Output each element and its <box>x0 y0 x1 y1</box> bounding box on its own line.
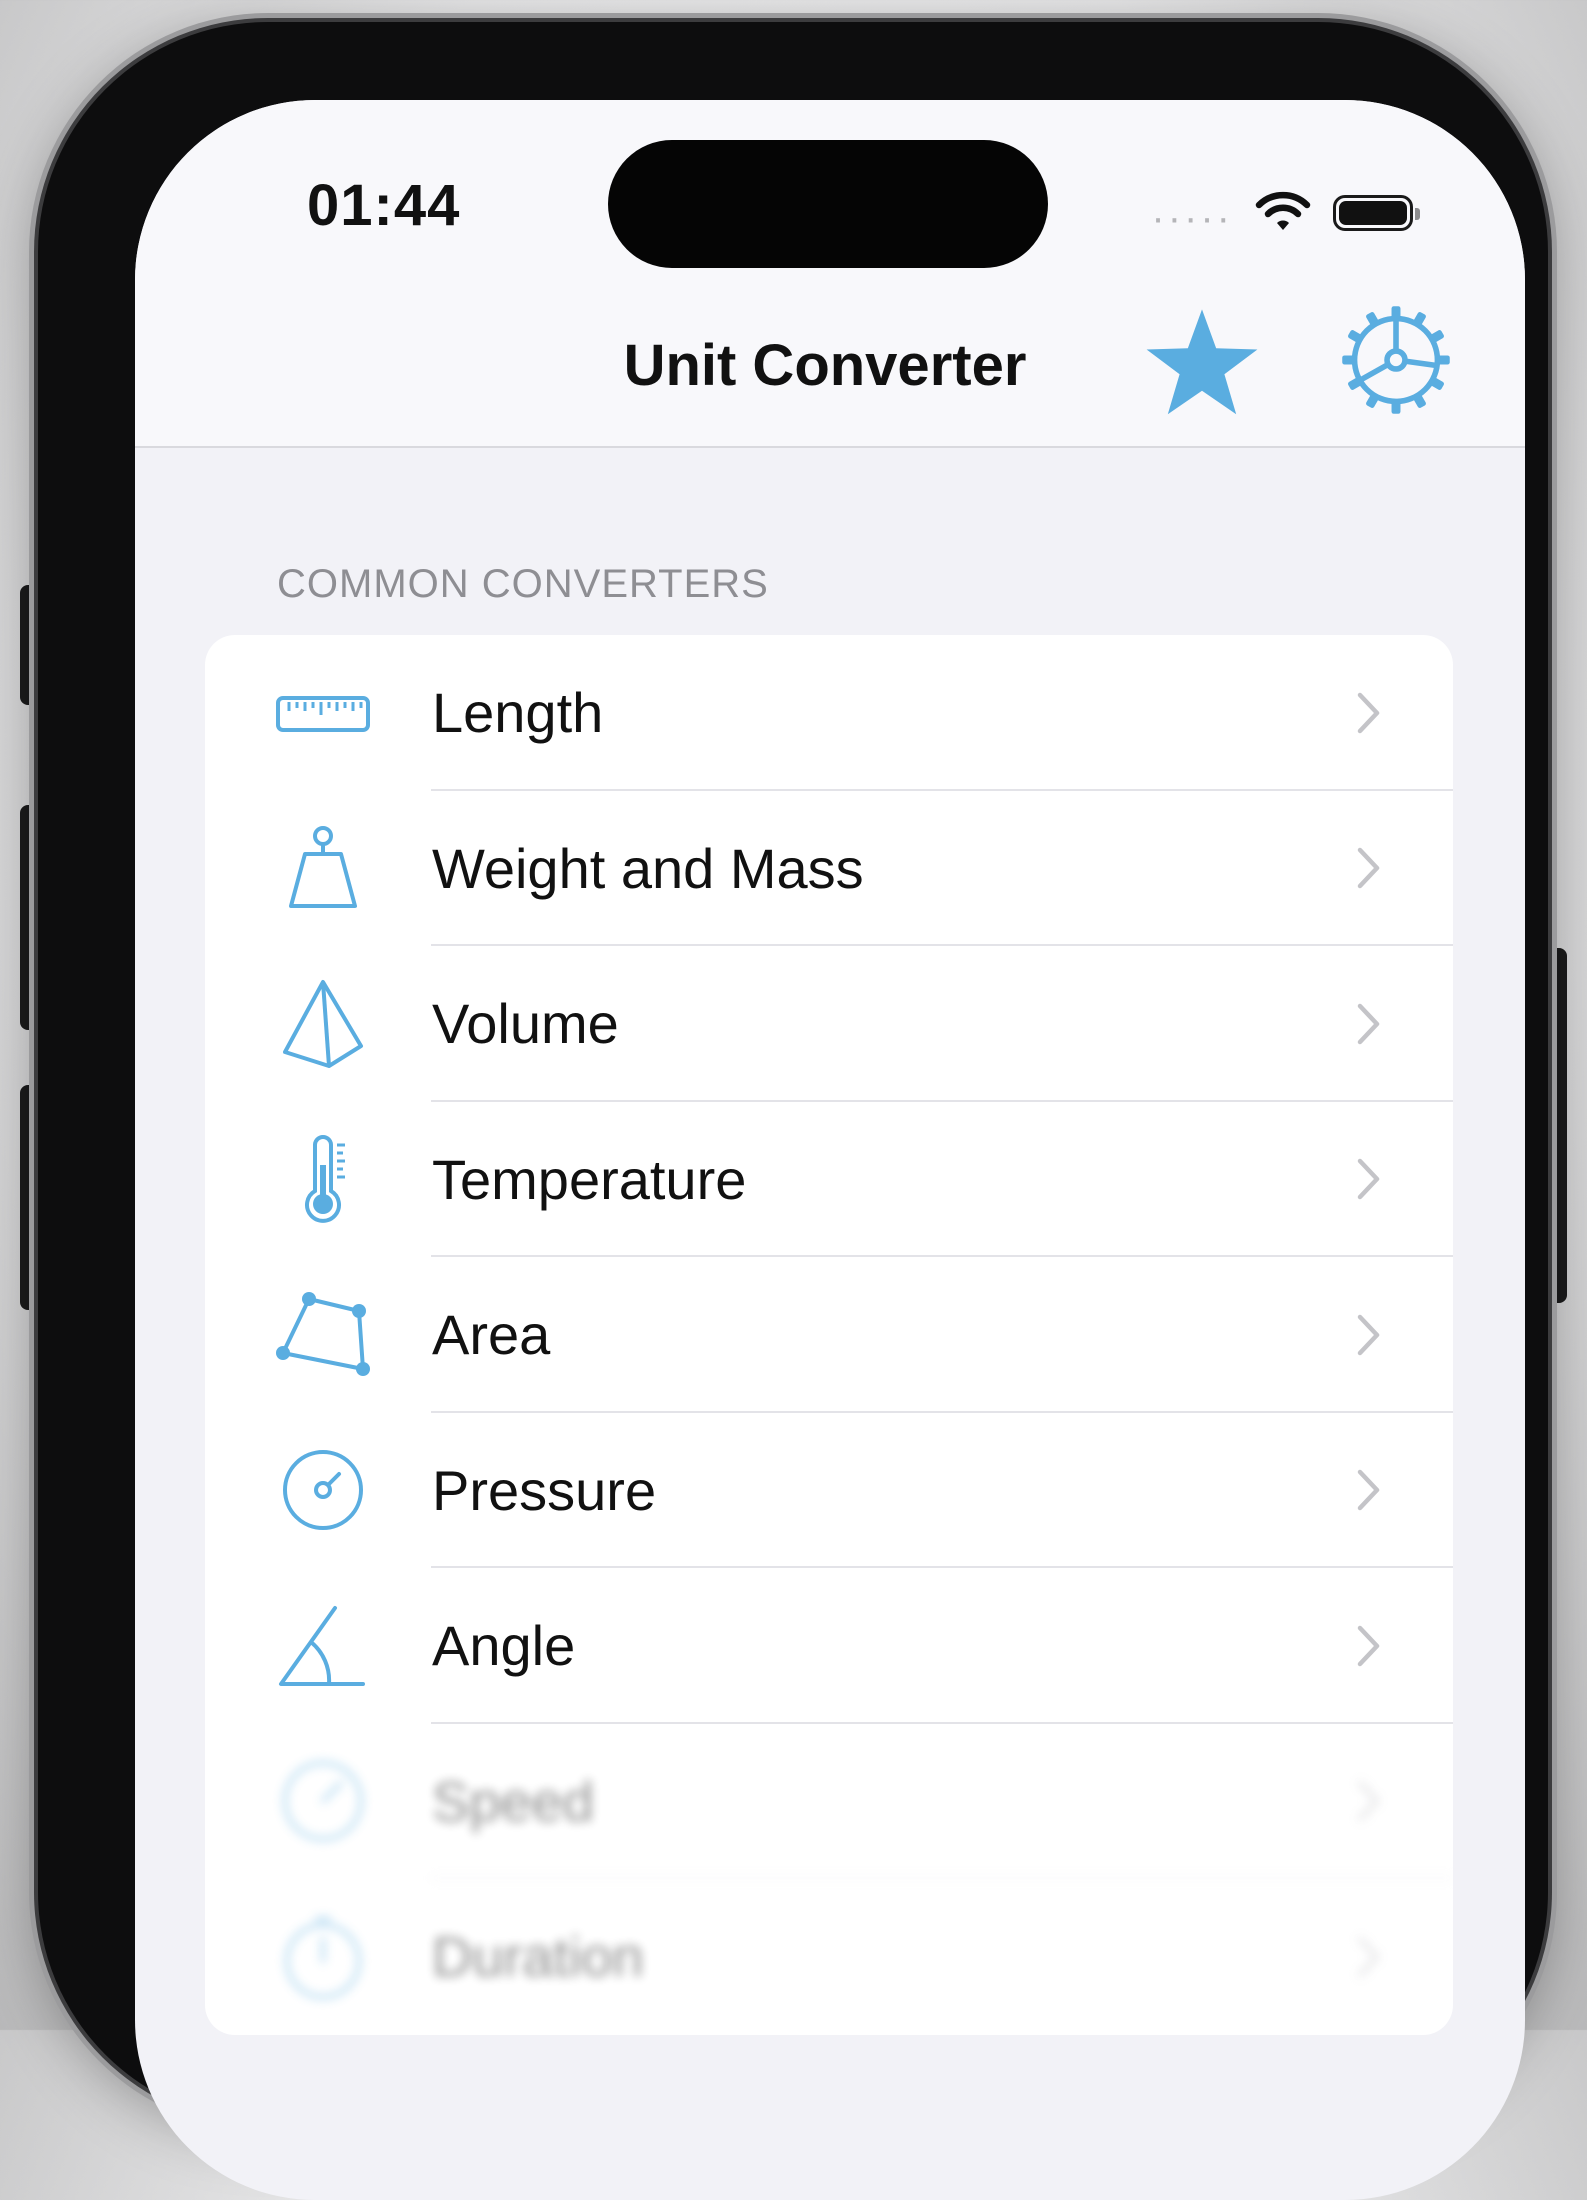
ruler-icon <box>275 665 371 761</box>
scale-weight-icon <box>275 820 371 916</box>
list-item-angle[interactable]: Angle <box>205 1568 1453 1724</box>
dynamic-island <box>608 140 1048 268</box>
list-item-label: Weight and Mass <box>432 836 864 900</box>
chevron-right-icon <box>1355 1312 1383 1358</box>
chevron-right-icon <box>1355 1778 1383 1824</box>
list-item-label: Temperature <box>432 1147 747 1211</box>
converter-list: Length Weight and Mass Volume Temperatur… <box>205 635 1453 2035</box>
status-indicators: ····· <box>1151 178 1420 248</box>
stopwatch-icon <box>275 1909 371 2005</box>
gear-icon <box>1342 306 1450 414</box>
angle-icon <box>275 1598 371 1694</box>
power-button <box>1545 948 1567 1303</box>
signal-dots: ····· <box>1151 196 1233 240</box>
chevron-right-icon <box>1355 1001 1383 1047</box>
gauge-icon <box>275 1442 371 1538</box>
speedometer-icon <box>275 1753 371 1849</box>
list-item-label: Speed <box>432 1769 594 1833</box>
settings-button[interactable] <box>1340 304 1452 416</box>
list-item-weight-and-mass[interactable]: Weight and Mass <box>205 791 1453 947</box>
list-item-length[interactable]: Length <box>205 635 1453 791</box>
list-item-label: Area <box>432 1303 551 1367</box>
list-item-pressure[interactable]: Pressure <box>205 1413 1453 1569</box>
list-item-label: Length <box>432 681 604 745</box>
phone-frame: 01:44 ····· Unit Converter COMMON CONVER… <box>38 22 1548 2200</box>
skew-square-icon <box>275 1287 371 1383</box>
section-header: COMMON CONVERTERS <box>277 562 769 606</box>
status-time: 01:44 <box>307 173 461 238</box>
list-item-label: Pressure <box>432 1458 657 1522</box>
chevron-right-icon <box>1355 1623 1383 1669</box>
chevron-right-icon <box>1355 1934 1383 1980</box>
thermometer-icon <box>275 1131 371 1227</box>
battery-icon <box>1333 195 1420 231</box>
wifi-icon <box>1255 189 1311 238</box>
chevron-right-icon <box>1355 1156 1383 1202</box>
star-icon <box>1146 309 1258 415</box>
list-item-label: Volume <box>432 992 619 1056</box>
page-title: Unit Converter <box>623 333 1027 398</box>
chevron-right-icon <box>1355 690 1383 736</box>
list-item-speed[interactable]: Speed <box>205 1724 1453 1880</box>
app-screen: 01:44 ····· Unit Converter COMMON CONVER… <box>135 100 1525 2200</box>
list-item-label: Angle <box>432 1614 576 1678</box>
list-item-temperature[interactable]: Temperature <box>205 1102 1453 1258</box>
list-item-label: Duration <box>432 1925 644 1989</box>
chevron-right-icon <box>1355 845 1383 891</box>
navigation-bar: 01:44 ····· Unit Converter <box>135 100 1525 448</box>
pyramid-icon <box>275 976 371 1072</box>
list-item-volume[interactable]: Volume <box>205 946 1453 1102</box>
list-item-duration[interactable]: Duration <box>205 1879 1453 2035</box>
list-item-area[interactable]: Area <box>205 1257 1453 1413</box>
favorites-button[interactable] <box>1143 307 1261 419</box>
chevron-right-icon <box>1355 1467 1383 1513</box>
